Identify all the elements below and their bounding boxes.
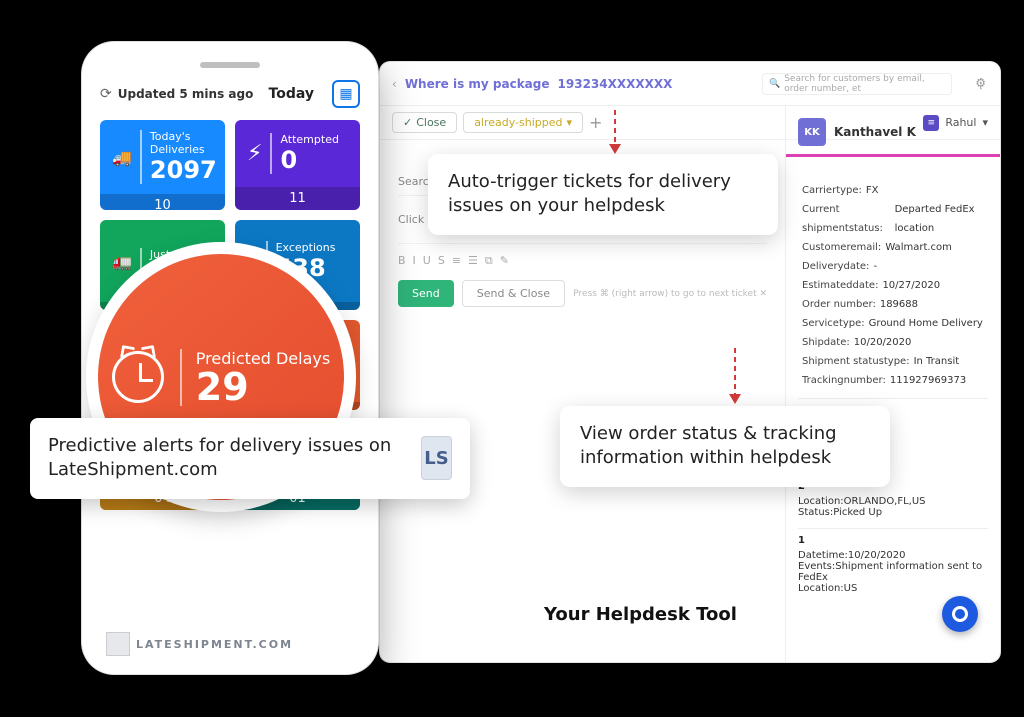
event-index: 1 bbox=[798, 535, 988, 546]
gear-icon[interactable]: ⚙ bbox=[975, 76, 986, 90]
add-tag-icon[interactable]: + bbox=[589, 113, 602, 132]
lateshipment-logo: LATESHIPMENT.COM bbox=[106, 632, 293, 656]
editor-toolbar[interactable]: B I U S ≡ ☰ ⧉ ✎ bbox=[398, 254, 767, 268]
customer-search-input[interactable]: 🔍 Search for customers by email, order n… bbox=[762, 73, 952, 95]
ticket-id: 193234XXXXXXX bbox=[558, 77, 673, 91]
send-and-close-button[interactable]: Send & Close bbox=[462, 280, 565, 307]
chat-bubble-icon[interactable] bbox=[942, 596, 978, 632]
helpdesk-window: ‹ Where is my package 193234XXXXXXX ⋮ 🔍 … bbox=[380, 62, 1000, 662]
calendar-icon[interactable]: ▦ bbox=[332, 80, 360, 108]
alarm-clock-icon bbox=[112, 351, 164, 403]
send-button[interactable]: Send bbox=[398, 280, 454, 307]
shipment-details: Carriertype:FX Current shipmentstatus:De… bbox=[798, 165, 988, 390]
refresh-icon: ⟳ bbox=[100, 86, 112, 102]
tile-attempted[interactable]: ⚡ Attempted0 11 bbox=[235, 120, 360, 210]
logo-icon bbox=[106, 632, 130, 656]
callout-view-order: View order status & tracking information… bbox=[560, 406, 890, 487]
updated-label: Updated 5 mins ago bbox=[118, 87, 254, 101]
tile-deliveries[interactable]: 🚚 Today's Deliveries2097 10 bbox=[100, 120, 225, 210]
ticket-subject-prefix: Where is my package bbox=[405, 77, 550, 91]
ticket-header: ‹ Where is my package 193234XXXXXXX ⋮ 🔍 … bbox=[380, 62, 1000, 106]
search-icon: 🔍 bbox=[769, 79, 780, 89]
callout-predictive-alerts: Predictive alerts for delivery issues on… bbox=[30, 418, 470, 499]
predicted-delays-value: 29 bbox=[196, 368, 330, 406]
truck-icon: 🚚 bbox=[112, 148, 132, 167]
keyboard-hint: Press ⌘ (right arrow) to go to next tick… bbox=[573, 289, 767, 299]
callout-auto-trigger: Auto-trigger tickets for delivery issues… bbox=[428, 154, 778, 235]
truck-icon: 🚛 bbox=[112, 252, 132, 271]
accent-divider bbox=[786, 154, 1000, 157]
customer-avatar: KK bbox=[798, 118, 826, 146]
lightning-icon: ⚡ bbox=[247, 141, 262, 166]
customer-name: Kanthavel K bbox=[834, 125, 916, 139]
close-ticket-chip[interactable]: ✓ Close bbox=[392, 112, 457, 133]
search-placeholder: Search for customers by email, order num… bbox=[784, 74, 945, 94]
date-filter[interactable]: Today bbox=[269, 86, 314, 102]
status-chip[interactable]: already-shipped ▾ bbox=[463, 112, 583, 133]
nav-back-icon[interactable]: ‹ bbox=[392, 77, 397, 91]
lateshipment-logo-icon: LS bbox=[421, 436, 452, 480]
helpdesk-label: Your Helpdesk Tool bbox=[544, 604, 737, 625]
phone-speaker bbox=[200, 62, 260, 68]
customer-side-panel: KK Kanthavel K Carriertype:FX Current sh… bbox=[785, 106, 1000, 662]
